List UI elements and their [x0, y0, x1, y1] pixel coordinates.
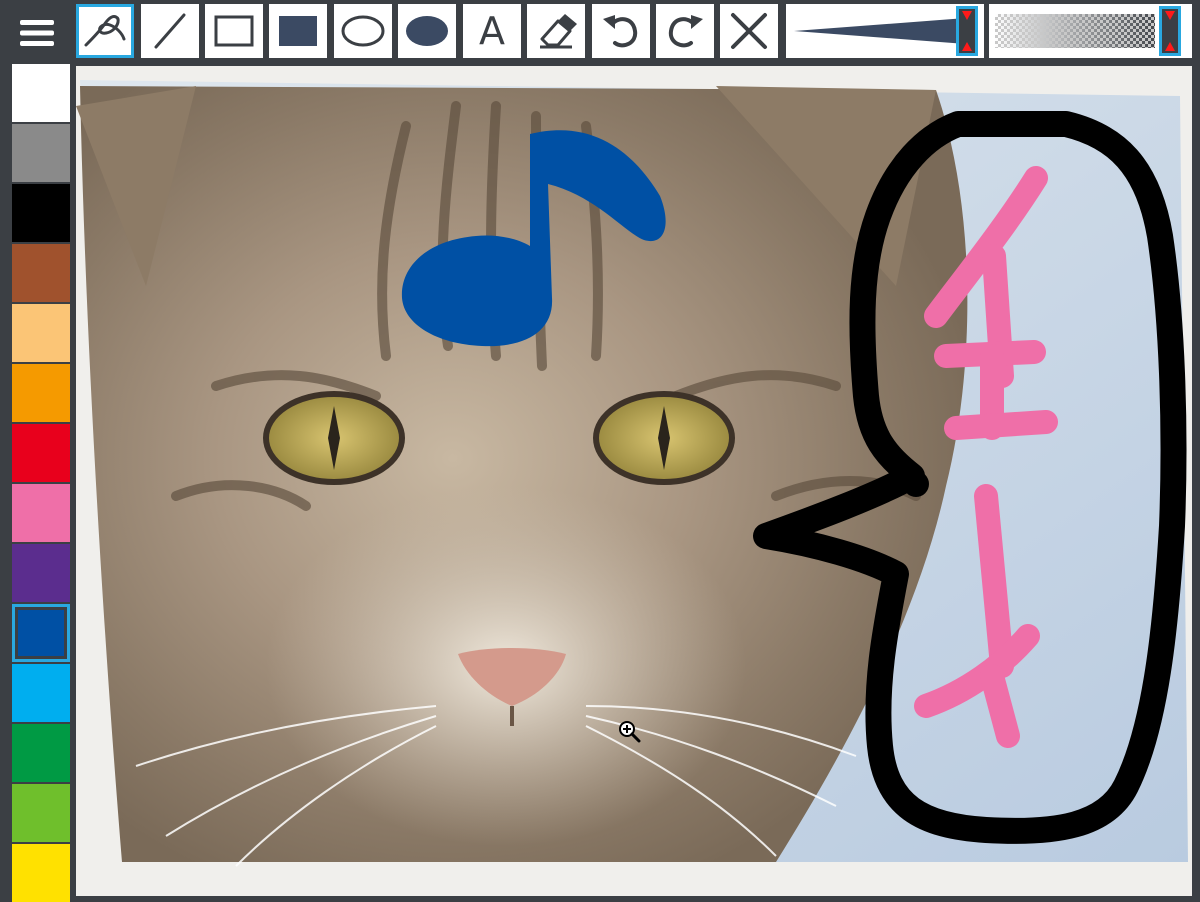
undo-icon [603, 15, 638, 48]
ellipse-outline-icon [341, 15, 385, 47]
color-swatch-green[interactable] [12, 724, 70, 782]
ellipse-tool-button[interactable] [334, 4, 392, 58]
color-swatch-cyan[interactable] [12, 664, 70, 722]
color-palette [0, 64, 76, 902]
menu-button[interactable] [8, 8, 66, 58]
freehand-pen-icon [84, 15, 126, 47]
filled-rectangle-tool-button[interactable] [269, 4, 327, 58]
toolbar: A [0, 0, 1200, 64]
eraser-icon [540, 14, 577, 49]
ellipse-filled-icon [406, 16, 448, 46]
rectangle-outline-icon [214, 15, 254, 47]
color-swatch-peach[interactable] [12, 304, 70, 362]
brush-size-handle[interactable] [956, 6, 978, 56]
opacity-slider[interactable] [989, 4, 1192, 58]
redo-button[interactable] [656, 4, 714, 58]
text-icon: A [479, 9, 505, 53]
brush-size-slider[interactable] [786, 4, 984, 58]
filled-ellipse-tool-button[interactable] [398, 4, 456, 58]
line-icon [154, 13, 186, 49]
undo-button[interactable] [592, 4, 650, 58]
rectangle-tool-button[interactable] [205, 4, 263, 58]
eraser-tool-button[interactable] [527, 4, 585, 58]
brush-size-wedge-icon [794, 18, 977, 44]
speech-bubble-text [914, 166, 1058, 748]
opacity-gradient [995, 14, 1155, 48]
close-icon [731, 13, 767, 49]
color-swatch-gray[interactable] [12, 124, 70, 182]
color-swatch-white[interactable] [12, 64, 70, 122]
line-tool-button[interactable] [141, 4, 199, 58]
color-swatch-pink[interactable] [12, 484, 70, 542]
hamburger-icon [20, 20, 54, 46]
color-swatch-lime[interactable] [12, 784, 70, 842]
color-swatch-red[interactable] [12, 424, 70, 482]
clear-canvas-button[interactable] [720, 4, 778, 58]
color-swatch-yellow[interactable] [12, 844, 70, 902]
color-swatch-orange[interactable] [12, 364, 70, 422]
opacity-handle[interactable] [1159, 6, 1181, 56]
drawing-canvas[interactable] [76, 66, 1192, 896]
color-swatch-blue-selected[interactable] [12, 604, 70, 662]
rectangle-filled-icon [279, 16, 317, 46]
color-swatch-purple[interactable] [12, 544, 70, 602]
color-swatch-black[interactable] [12, 184, 70, 242]
text-tool-button[interactable]: A [463, 4, 521, 58]
color-swatch-brown[interactable] [12, 244, 70, 302]
zoom-in-cursor-icon [619, 721, 641, 743]
redo-icon [668, 15, 703, 48]
pen-tool-button[interactable] [76, 4, 134, 58]
